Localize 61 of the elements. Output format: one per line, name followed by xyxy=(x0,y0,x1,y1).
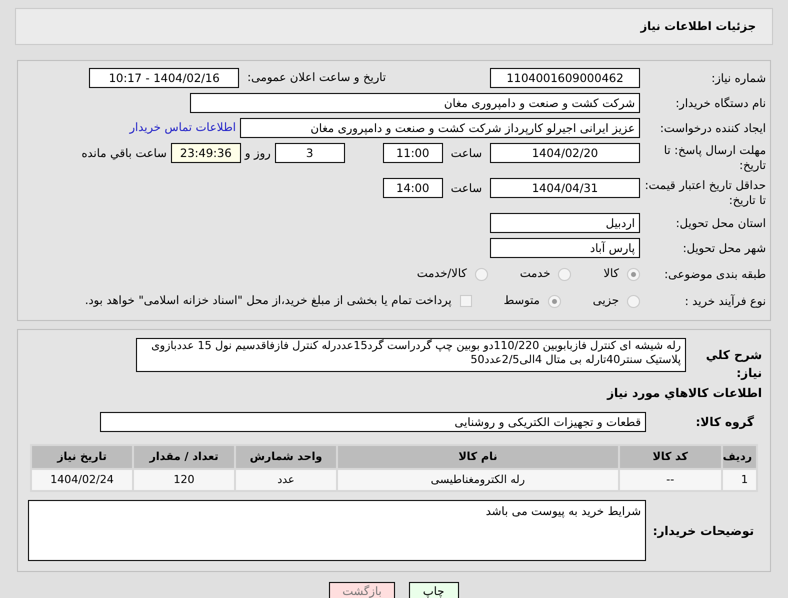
page-title: جزئیات اطلاعات نیاز xyxy=(640,18,756,35)
print-button[interactable]: چاپ xyxy=(408,582,459,598)
text-field[interactable]: 14:00 xyxy=(382,178,443,198)
field-label: حداقل تاریخ اعتبار قیمت: تا تاریخ: xyxy=(644,178,767,208)
field-label: گروه کالا: xyxy=(694,414,755,431)
column-header: نام کالا xyxy=(337,445,619,469)
text-field[interactable]: عزیز ایرانی اجیرلو کارپرداز شرکت کشت و صنعت و دامپروری مغان xyxy=(240,118,640,138)
column-header: تعداد / مقدار xyxy=(133,445,235,469)
text-field[interactable]: پارس آباد xyxy=(490,238,640,258)
table-cell: 1404/02/24 xyxy=(31,469,133,491)
table-cell: 120 xyxy=(133,469,235,491)
radio-label: خدمت xyxy=(520,265,550,282)
checkbox-label: پرداخت تمام یا بخشی از مبلغ خرید،از محل "اسناد خزانه اسلامی" خواهد بود. xyxy=(84,292,452,310)
description-field[interactable]: رله شیشه ای کنترل فازبابوبین 110/220دو بوبین چپ گردراست گرد15عددرله کنترل فازفاقدسیم نول 15 عددبازوی پلاستیک سنتر40تارله بی متال 4الی2/5عدد50 xyxy=(136,338,686,372)
table-cell: عدد xyxy=(235,469,337,491)
radio-label: کالا/خدمت xyxy=(416,265,467,282)
field-label: شماره نیاز: xyxy=(710,70,767,86)
field-label: ساعت باقي مانده xyxy=(82,145,167,162)
text-field[interactable]: 1404/02/16 - 10:17 xyxy=(89,68,240,88)
field-label: نوع فرآیند خرید : xyxy=(684,294,767,308)
radio-button[interactable] xyxy=(474,268,488,280)
field-label: توضیحات خریدار: xyxy=(652,522,755,540)
field-label: شهر محل تحویل: xyxy=(682,240,767,256)
field-label: استان محل تحویل: xyxy=(674,216,767,230)
section-title: اطلاعات کالاهاي مورد نياز xyxy=(606,385,763,402)
table-cell: رله الکترومغناطیسی xyxy=(337,469,619,491)
field-label: طبقه بندی موضوعی: xyxy=(663,266,767,282)
field-label: ساعت xyxy=(450,145,482,162)
radio-label: جزیی xyxy=(592,292,619,310)
radio-button[interactable] xyxy=(627,294,640,308)
field-label: روز و xyxy=(244,145,271,162)
column-header: ردیف xyxy=(722,445,757,469)
text-field[interactable]: 1404/04/31 xyxy=(490,178,640,198)
radio-button[interactable] xyxy=(548,294,561,308)
contact-link[interactable]: اطلاعات تماس خریدار xyxy=(129,119,236,137)
table-cell: -- xyxy=(618,469,722,491)
radio-button[interactable] xyxy=(627,268,640,280)
text-field[interactable]: 3 xyxy=(274,143,345,163)
field-label: نام دستگاه خریدار: xyxy=(674,96,767,110)
text-field[interactable]: 11:00 xyxy=(382,143,443,163)
field-label: ساعت xyxy=(450,180,482,197)
checkbox[interactable] xyxy=(460,295,472,307)
field-label: ایجاد کننده درخواست: xyxy=(659,120,767,136)
text-field[interactable]: اردبیل xyxy=(490,213,640,233)
text-field[interactable]: شرکت کشت و صنعت و دامپروری مغان xyxy=(190,93,640,113)
column-header: کد کالا xyxy=(618,445,722,469)
field-label: تاریخ و ساعت اعلان عمومی: xyxy=(247,69,386,86)
radio-label: کالا xyxy=(603,265,619,282)
back-button[interactable]: بازگشت xyxy=(329,582,395,598)
column-header: واحد شمارش xyxy=(235,445,337,469)
table-cell: 1 xyxy=(722,469,757,491)
radio-label: متوسط xyxy=(504,292,540,310)
text-field[interactable]: 1104001609000462 xyxy=(490,68,640,88)
text-field[interactable]: 23:49:36 xyxy=(170,143,241,163)
radio-button[interactable] xyxy=(558,268,572,280)
text-field[interactable]: قطعات و تجهیزات الکتریکی و روشنایی xyxy=(100,412,646,432)
field-label: مهلت ارسال پاسخ: تا تاریخ: xyxy=(662,143,767,173)
column-header: تاریخ نیاز xyxy=(31,445,133,469)
text-field[interactable]: 1404/02/20 xyxy=(490,143,640,163)
notes-field[interactable]: شرایط خرید به پیوست می باشد xyxy=(28,500,646,561)
field-label: شرح کلي نياز: xyxy=(704,347,763,382)
